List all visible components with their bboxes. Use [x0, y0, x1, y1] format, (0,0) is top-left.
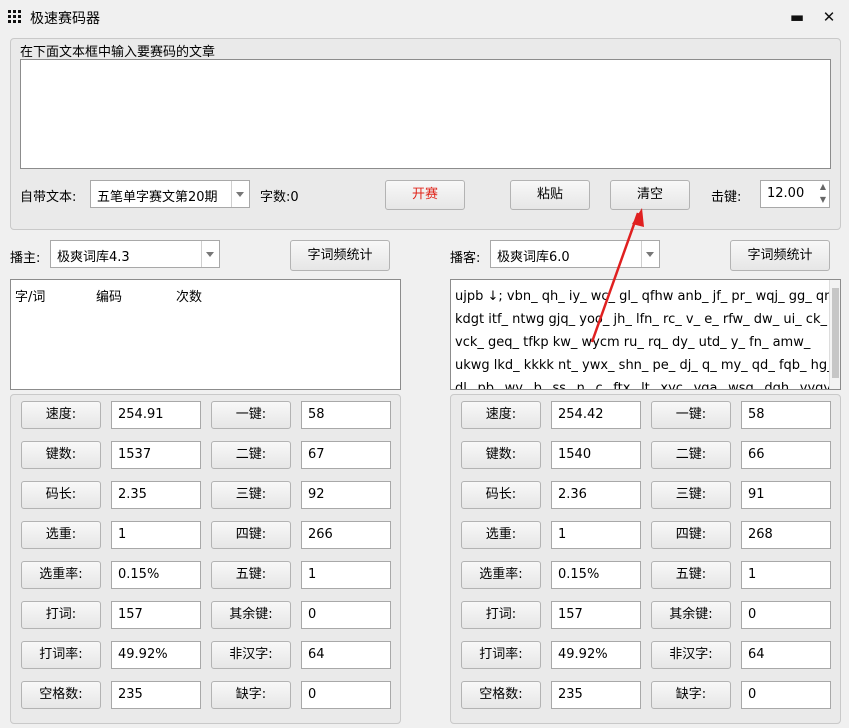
annotation-arrow — [590, 208, 644, 343]
